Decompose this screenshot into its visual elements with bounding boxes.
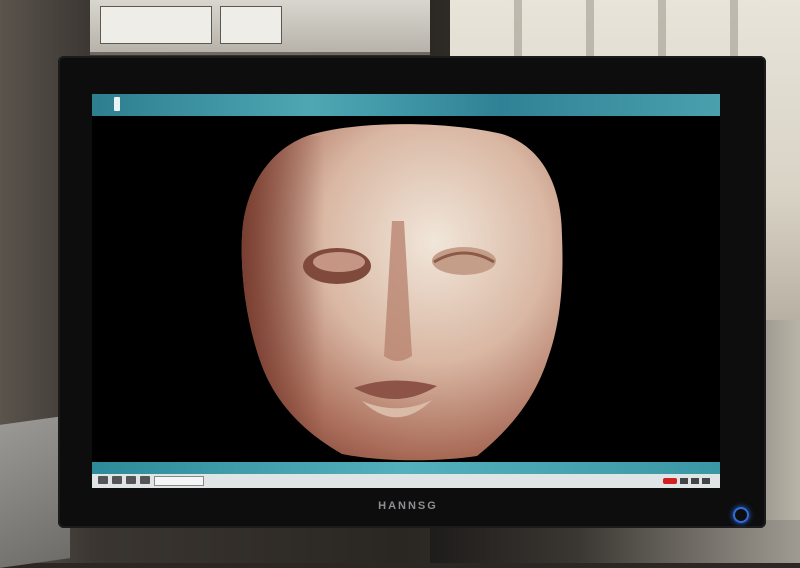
toolbar-left: [98, 476, 204, 486]
box-label-small: [220, 6, 282, 44]
next-icon[interactable]: [126, 476, 136, 484]
right-eye: [432, 247, 496, 275]
stop-icon[interactable]: [140, 476, 150, 484]
viewer-toolbar: [92, 462, 720, 488]
monitor-screen: [92, 94, 720, 488]
toolbar-right: [663, 476, 710, 485]
control-1[interactable]: [680, 477, 688, 484]
power-icon[interactable]: [733, 507, 749, 523]
stone-head-image: [92, 116, 720, 462]
play-icon[interactable]: [112, 476, 122, 484]
toolbar-strip: [92, 462, 720, 474]
box-label: [100, 6, 212, 44]
titlebar-button[interactable]: [114, 97, 120, 111]
filename-field[interactable]: [154, 476, 204, 486]
record-button[interactable]: [663, 477, 677, 484]
shelf-box: [90, 0, 430, 55]
monitor-brand-logo: HANNSG: [378, 500, 438, 512]
control-3[interactable]: [702, 477, 710, 484]
app-titlebar: [92, 94, 720, 116]
image-viewer: [92, 116, 720, 462]
prev-icon[interactable]: [98, 476, 108, 484]
left-eye-lid: [313, 252, 365, 272]
control-2[interactable]: [691, 477, 699, 484]
